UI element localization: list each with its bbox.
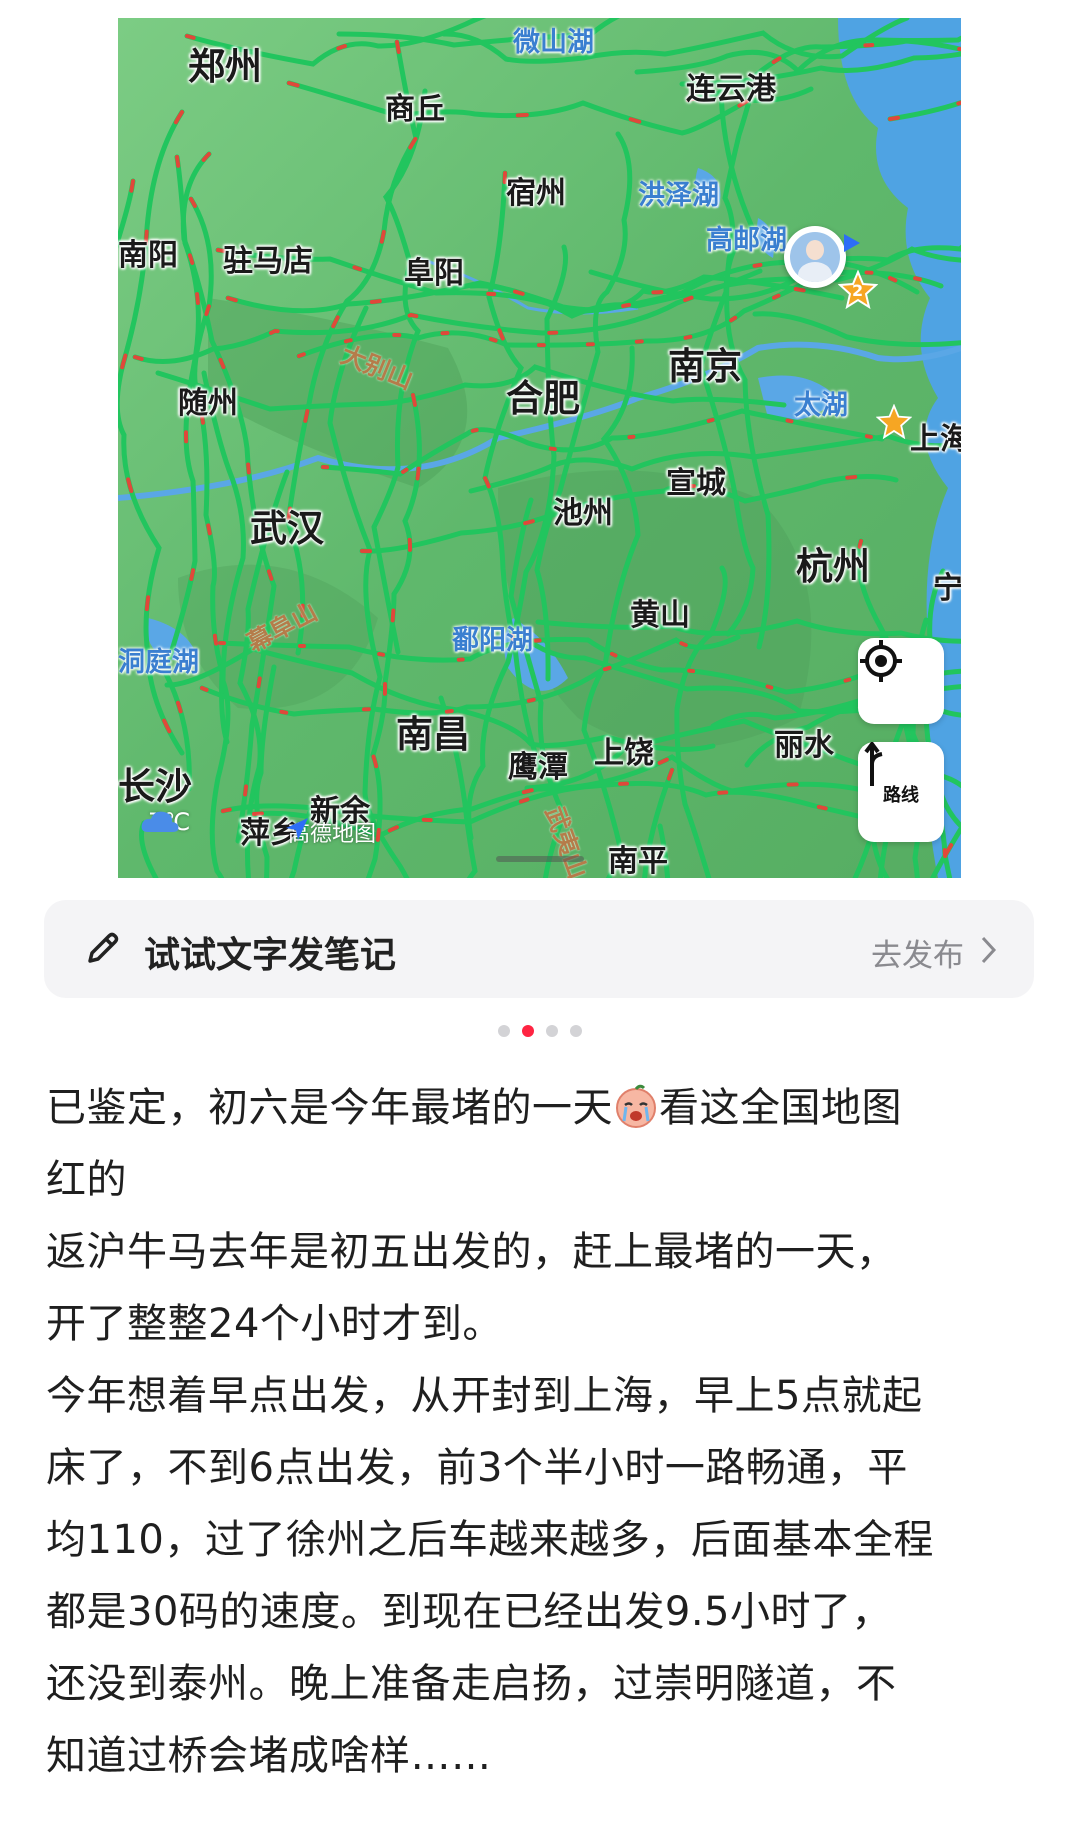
image-pager (0, 1025, 1080, 1037)
city-label[interactable]: 鹰潭 (508, 742, 568, 786)
post-line: 返沪牛马去年是初五出发的，赶上最堵的一天， (46, 1229, 897, 1275)
lake-label: 洞庭湖 (118, 647, 199, 678)
city-label[interactable]: 随州 (178, 378, 238, 422)
post-line: 已鉴定，初六是今年最堵的一天 看这全国地图 (46, 1072, 1046, 1144)
city-label[interactable]: 郑州 (188, 36, 262, 90)
post-line: 开了整整24个小时才到。 (46, 1301, 503, 1347)
city-label[interactable]: 南平 (608, 836, 668, 878)
note-bar-label: 试试文字发笔记 (144, 935, 397, 976)
post-line: 均110，过了徐州之后车越来越多，后面基本全程 (46, 1517, 934, 1563)
user-location-avatar[interactable] (784, 226, 860, 288)
badge-count: 2 (852, 281, 864, 300)
city-label[interactable]: 南阳 (118, 230, 178, 274)
city-label[interactable]: 宣城 (666, 458, 726, 502)
post-line: 都是30码的速度。到现在已经出发9.5小时了， (46, 1589, 893, 1635)
city-label[interactable]: 阜阳 (404, 248, 464, 292)
post-line: 红的 (46, 1157, 127, 1203)
city-label[interactable]: 武汉 (250, 498, 324, 552)
city-label[interactable]: 黄山 (630, 590, 690, 634)
pager-dot-active[interactable] (522, 1025, 534, 1037)
cloud-icon (141, 811, 179, 832)
route-arrow-icon (864, 742, 883, 786)
post-line: 知道过桥会堵成啥样…… (46, 1733, 492, 1779)
post-text: 已鉴定，初六是今年最堵的一天 (46, 1085, 613, 1131)
traffic-map[interactable]: 郑州 合肥 南京 武汉 南昌 杭州 长沙 商丘 连云港 宿州 驻马店 阜阳 随州… (118, 18, 961, 878)
pager-dot[interactable] (546, 1025, 558, 1037)
destination-star-icon[interactable] (876, 404, 912, 440)
post-text: 看这全国地图 (659, 1085, 902, 1131)
amap-logo-icon (286, 818, 308, 840)
city-label[interactable]: 连云港 (686, 64, 776, 108)
city-label[interactable]: 南京 (668, 336, 742, 390)
crosshair-icon (860, 640, 902, 682)
city-label[interactable]: 合肥 (506, 368, 580, 422)
lake-label: 高邮湖 (706, 225, 787, 256)
post-line: 今年想着早点出发，从开封到上海，早上5点就起 (46, 1373, 923, 1419)
city-label[interactable]: 商丘 (385, 84, 445, 128)
crying-emoji-icon (616, 1084, 656, 1128)
route-button[interactable]: 路线 (858, 742, 944, 842)
city-label[interactable]: 驻马店 (223, 236, 313, 280)
post-body: 已鉴定，初六是今年最堵的一天 看这全国地图 红的 返沪牛马去年是初五出发的，赶上… (46, 1072, 1046, 1792)
lake-label: 太湖 (794, 390, 848, 421)
city-label[interactable]: 南昌 (396, 704, 470, 758)
map-brand: 高德地图 (284, 816, 376, 848)
city-label[interactable]: 杭州 (796, 536, 870, 590)
pencil-icon (88, 932, 119, 963)
pager-dot[interactable] (498, 1025, 510, 1037)
lake-label: 鄱阳湖 (452, 625, 533, 656)
try-text-note-bar[interactable]: 试试文字发笔记 去发布 (44, 900, 1034, 998)
pager-dot[interactable] (570, 1025, 582, 1037)
city-label[interactable]: 宿州 (506, 168, 566, 212)
lake-label: 洪泽湖 (638, 180, 719, 211)
city-label[interactable]: 丽水 (774, 720, 834, 764)
post-line: 床了，不到6点出发，前3个半小时一路畅通，平 (46, 1445, 908, 1491)
city-label[interactable]: 上海 (910, 414, 961, 458)
locate-button[interactable] (858, 638, 944, 724)
city-label[interactable]: 宁 (933, 563, 961, 607)
star-badge[interactable]: 2 (838, 270, 878, 310)
heading-arrow-icon (844, 234, 860, 252)
city-label[interactable]: 池州 (553, 488, 613, 532)
chevron-right-icon (981, 936, 997, 964)
lake-label: 微山湖 (513, 27, 594, 58)
map-drag-handle[interactable] (496, 856, 584, 862)
city-label[interactable]: 长沙 (118, 756, 192, 810)
weather-widget[interactable]: 7℃ (140, 808, 190, 836)
avatar-icon (790, 232, 840, 282)
publish-link[interactable]: 去发布 (871, 930, 964, 975)
post-line: 还没到泰州。晚上准备走启扬，过崇明隧道，不 (46, 1661, 897, 1707)
city-label[interactable]: 上饶 (594, 728, 654, 772)
